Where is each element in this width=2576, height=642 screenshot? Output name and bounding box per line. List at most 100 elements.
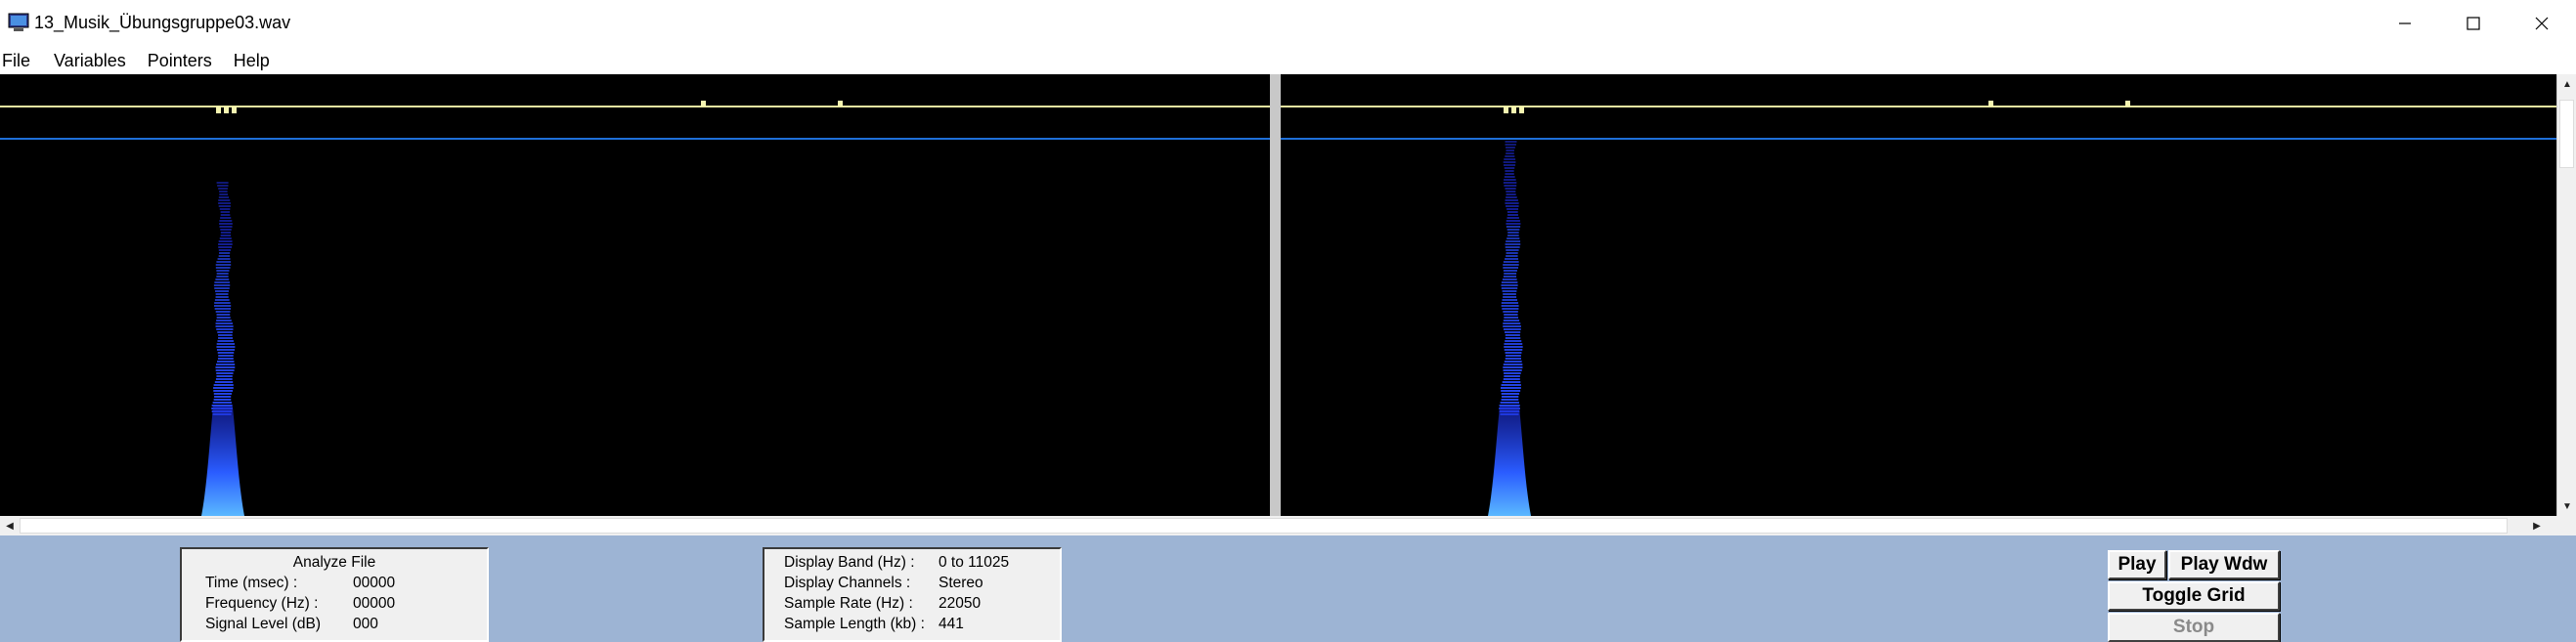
spectral-stripe — [220, 235, 232, 236]
frequency-value: 00000 — [353, 595, 396, 612]
display-band-label: Display Band (Hz) : — [784, 554, 915, 571]
spectral-stripe — [213, 284, 231, 286]
spectral-stripe — [219, 252, 231, 254]
scroll-right-icon[interactable]: ▶ — [2527, 516, 2547, 535]
spectral-stripe — [1501, 284, 1518, 286]
spectral-stripe — [1507, 214, 1518, 216]
spectral-stripe — [216, 276, 229, 278]
spectrogram-left[interactable] — [0, 74, 1270, 516]
spectral-stripe — [216, 320, 232, 321]
stop-button[interactable]: Stop — [2108, 613, 2280, 642]
spectral-stripe — [1505, 258, 1519, 260]
spectral-stripe — [216, 270, 230, 272]
channel-separator — [1270, 74, 1281, 516]
spectral-stripe — [1506, 240, 1521, 242]
spectral-stripe — [1506, 150, 1514, 151]
spectral-stripe — [1506, 208, 1519, 210]
spectrogram-right[interactable] — [1281, 74, 2556, 516]
spectral-stripe — [219, 223, 233, 225]
spectral-stripe — [217, 358, 234, 360]
spectral-stripe — [215, 378, 233, 380]
scroll-down-icon[interactable]: ▼ — [2557, 496, 2576, 516]
vertical-scroll-thumb[interactable] — [2559, 100, 2574, 168]
spectral-stripe — [1505, 141, 1517, 143]
sample-length-value: 441 — [939, 616, 964, 632]
marker — [838, 101, 843, 107]
horizontal-scrollbar[interactable]: ◀ ▶ — [0, 516, 2556, 535]
spectral-stripe — [218, 337, 234, 339]
spectral-stripe — [1501, 390, 1521, 392]
spectral-stripe — [1505, 334, 1520, 336]
spectral-stripe — [218, 240, 233, 242]
spectral-stripe — [216, 314, 231, 316]
spectral-stripe — [1506, 237, 1520, 239]
scroll-left-icon[interactable]: ◀ — [0, 516, 20, 535]
spectral-stripe — [1506, 193, 1516, 195]
spectral-stripe — [218, 202, 231, 204]
time-value: 00000 — [353, 575, 396, 591]
spectral-stripe — [218, 199, 231, 201]
marker — [701, 101, 706, 107]
vertical-scrollbar[interactable]: ▲ ▼ — [2556, 74, 2576, 516]
marker — [1988, 101, 1993, 107]
spectral-stripe — [1504, 185, 1517, 187]
toggle-grid-button[interactable]: Toggle Grid — [2108, 581, 2280, 611]
spectral-stripe — [1506, 252, 1518, 254]
menu-variables[interactable]: Variables — [54, 51, 126, 71]
scroll-up-icon[interactable]: ▲ — [2557, 74, 2576, 94]
spectral-stripe — [215, 267, 231, 269]
spectral-stripe — [213, 393, 232, 395]
spectral-stripe — [1503, 264, 1519, 266]
spectral-stripe — [1503, 369, 1522, 371]
play-window-button[interactable]: Play Wdw — [2168, 550, 2280, 579]
spectral-stripe — [215, 278, 230, 280]
spectral-stripe — [213, 390, 234, 392]
spectral-band — [1499, 141, 1523, 415]
spectral-stripe — [1505, 155, 1515, 157]
marker — [216, 107, 221, 113]
marker — [1504, 107, 1508, 113]
spectral-stripe — [217, 331, 233, 333]
spectral-stripe — [216, 343, 236, 345]
spectral-stripe — [1503, 293, 1516, 295]
play-button[interactable]: Play — [2108, 550, 2166, 579]
spectral-stripe — [218, 243, 233, 245]
spectral-stripe — [1504, 314, 1518, 316]
spectral-stripe — [215, 311, 231, 313]
frequency-label: Frequency (Hz) : — [205, 595, 319, 612]
spectral-stripe — [1504, 349, 1523, 351]
spectral-stripe — [1506, 249, 1519, 251]
menu-file[interactable]: File — [2, 51, 30, 71]
spectral-stripe — [1503, 276, 1517, 278]
spectral-stripe — [1503, 164, 1516, 166]
spectral-stripe — [218, 205, 231, 207]
spectral-stripe — [1503, 366, 1523, 368]
horizontal-scroll-thumb[interactable] — [20, 518, 2508, 534]
spectral-stripe — [1501, 287, 1518, 289]
display-band-value: 0 to 11025 — [939, 554, 1010, 571]
spectral-stripe — [1506, 223, 1521, 225]
spectral-stripe — [220, 232, 232, 234]
analyze-file-box: Analyze File Time (msec) : 00000 Frequen… — [180, 547, 489, 642]
marker — [232, 107, 237, 113]
display-info-box: Display Band (Hz) : 0 to 11025 Display C… — [763, 547, 1062, 642]
spectral-stripe — [1504, 317, 1519, 319]
spectral-stripe — [1504, 372, 1521, 374]
spectral-stripe — [217, 258, 231, 260]
spectral-stripe — [216, 349, 236, 351]
spectral-stripe — [1502, 381, 1521, 383]
maximize-button[interactable] — [2441, 0, 2506, 47]
spectral-stripe — [1502, 278, 1517, 280]
signal-level-label: Signal Level (dB) — [205, 616, 322, 632]
spectral-stripe — [1504, 158, 1516, 160]
spectral-stripe — [218, 355, 234, 357]
spectral-stripe — [1505, 202, 1519, 204]
close-button[interactable] — [2510, 0, 2574, 47]
sample-rate-label: Sample Rate (Hz) : — [784, 595, 913, 612]
menu-pointers[interactable]: Pointers — [148, 51, 212, 71]
minimize-button[interactable] — [2373, 0, 2437, 47]
spectral-stripe — [1501, 305, 1519, 307]
display-channels-label: Display Channels : — [784, 575, 911, 591]
menu-help[interactable]: Help — [234, 51, 270, 71]
app-icon — [8, 13, 29, 31]
